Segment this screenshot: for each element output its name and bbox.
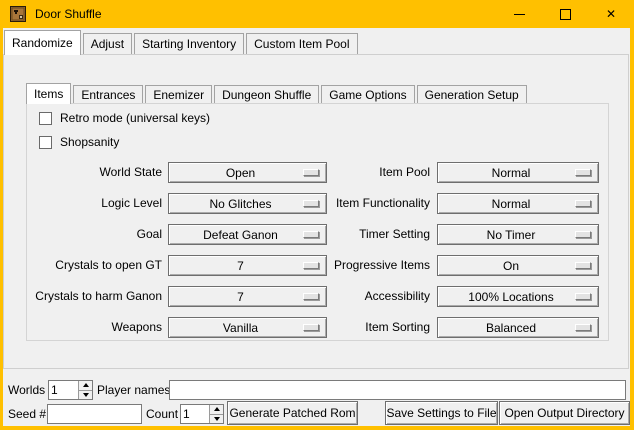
dropdown-value: Vanilla	[223, 321, 272, 335]
generate-patched-rom-button[interactable]: Generate Patched Rom	[227, 401, 358, 425]
world-state-dropdown[interactable]: Open	[168, 162, 327, 183]
maximize-button[interactable]	[542, 0, 588, 28]
worlds-label: Worlds	[8, 380, 45, 400]
timer-setting-label: Timer Setting	[307, 224, 430, 245]
checkbox-box	[39, 136, 52, 149]
spin-up-button[interactable]	[210, 405, 223, 414]
item-pool-label: Item Pool	[307, 162, 430, 183]
close-button[interactable]: ✕	[588, 0, 634, 28]
outer-tab-bar: Randomize Adjust Starting Inventory Cust…	[4, 30, 358, 55]
dropdown-value: Normal	[492, 197, 545, 211]
tab-entrances[interactable]: Entrances	[73, 85, 143, 103]
dropdown-indicator-icon	[575, 293, 591, 300]
dropdown-value: 7	[237, 290, 258, 304]
seed-input[interactable]	[47, 404, 142, 424]
minimize-icon	[514, 14, 525, 15]
spin-buttons	[78, 381, 92, 399]
item-pool-dropdown[interactable]: Normal	[437, 162, 599, 183]
shopsanity-checkbox[interactable]: Shopsanity	[39, 135, 119, 149]
accessibility-label: Accessibility	[307, 286, 430, 307]
crystals-harm-ganon-label: Crystals to harm Ganon	[27, 286, 162, 307]
worlds-spinbox[interactable]	[48, 380, 93, 400]
close-icon: ✕	[606, 8, 616, 20]
checkbox-label: Shopsanity	[60, 135, 119, 149]
count-input[interactable]	[181, 405, 209, 423]
open-output-directory-button[interactable]: Open Output Directory	[499, 401, 630, 425]
dropdown-indicator-icon	[575, 324, 591, 331]
maximize-icon	[560, 9, 571, 20]
dropdown-indicator-icon	[575, 200, 591, 207]
dropdown-value: No Timer	[487, 228, 550, 242]
weapons-dropdown[interactable]: Vanilla	[168, 317, 327, 338]
spin-down-button[interactable]	[79, 390, 92, 400]
tab-items[interactable]: Items	[26, 83, 71, 104]
minimize-button[interactable]	[496, 0, 542, 28]
goal-label: Goal	[27, 224, 162, 245]
retro-mode-checkbox[interactable]: Retro mode (universal keys)	[39, 111, 210, 125]
item-functionality-dropdown[interactable]: Normal	[437, 193, 599, 214]
dropdown-value: Defeat Ganon	[203, 228, 292, 242]
dropdown-value: No Glitches	[209, 197, 285, 211]
dropdown-indicator-icon	[575, 231, 591, 238]
arrow-up-icon	[83, 383, 89, 387]
spin-up-button[interactable]	[79, 381, 92, 390]
dropdown-value: 100% Locations	[468, 290, 567, 304]
tab-enemizer[interactable]: Enemizer	[145, 85, 212, 103]
tab-dungeon-shuffle[interactable]: Dungeon Shuffle	[214, 85, 319, 103]
item-sorting-dropdown[interactable]: Balanced	[437, 317, 599, 338]
checkbox-label: Retro mode (universal keys)	[60, 111, 210, 125]
door-shuffle-window: Door Shuffle ✕ Randomize Adjust Starting…	[0, 0, 634, 430]
checkbox-box	[39, 112, 52, 125]
dropdown-indicator-icon	[575, 262, 591, 269]
title-bar: Door Shuffle ✕	[0, 0, 634, 28]
logic-level-label: Logic Level	[27, 193, 162, 214]
save-settings-button[interactable]: Save Settings to File	[385, 401, 498, 425]
dropdown-value: Normal	[492, 166, 545, 180]
count-spinbox[interactable]	[180, 404, 224, 424]
arrow-down-icon	[214, 417, 220, 421]
accessibility-dropdown[interactable]: 100% Locations	[437, 286, 599, 307]
tab-adjust[interactable]: Adjust	[83, 33, 132, 54]
dropdown-value: On	[503, 259, 533, 273]
timer-setting-dropdown[interactable]: No Timer	[437, 224, 599, 245]
goal-dropdown[interactable]: Defeat Ganon	[168, 224, 327, 245]
tab-starting-inventory[interactable]: Starting Inventory	[134, 33, 244, 54]
items-tab-pane: Retro mode (universal keys) Shopsanity W…	[26, 103, 609, 341]
weapons-label: Weapons	[27, 317, 162, 338]
inner-tab-bar: Items Entrances Enemizer Dungeon Shuffle…	[26, 83, 527, 104]
dropdown-value: 7	[237, 259, 258, 273]
tab-generation-setup[interactable]: Generation Setup	[417, 85, 527, 103]
dropdown-value: Open	[226, 166, 269, 180]
arrow-down-icon	[83, 393, 89, 397]
app-door-icon	[10, 6, 26, 22]
dropdown-value: Balanced	[486, 321, 550, 335]
seed-label: Seed #	[8, 404, 46, 424]
worlds-input[interactable]	[49, 381, 78, 399]
arrow-up-icon	[214, 407, 220, 411]
tab-game-options[interactable]: Game Options	[321, 85, 414, 103]
crystals-open-gt-dropdown[interactable]: 7	[168, 255, 327, 276]
tab-custom-item-pool[interactable]: Custom Item Pool	[246, 33, 357, 54]
dropdown-indicator-icon	[575, 169, 591, 176]
logic-level-dropdown[interactable]: No Glitches	[168, 193, 327, 214]
player-names-input[interactable]	[169, 380, 626, 400]
item-functionality-label: Item Functionality	[307, 193, 430, 214]
item-sorting-label: Item Sorting	[307, 317, 430, 338]
randomize-tab-pane: Items Entrances Enemizer Dungeon Shuffle…	[3, 54, 629, 369]
window-title: Door Shuffle	[35, 7, 102, 21]
crystals-harm-ganon-dropdown[interactable]: 7	[168, 286, 327, 307]
spin-buttons	[209, 405, 223, 423]
crystals-open-gt-label: Crystals to open GT	[27, 255, 162, 276]
progressive-items-label: Progressive Items	[307, 255, 430, 276]
spin-down-button[interactable]	[210, 414, 223, 424]
window-content: Randomize Adjust Starting Inventory Cust…	[3, 28, 630, 426]
world-state-label: World State	[27, 162, 162, 183]
window-controls: ✕	[496, 0, 634, 28]
player-names-label: Player names	[97, 380, 170, 400]
tab-randomize[interactable]: Randomize	[4, 30, 81, 55]
count-label: Count	[146, 404, 178, 424]
progressive-items-dropdown[interactable]: On	[437, 255, 599, 276]
